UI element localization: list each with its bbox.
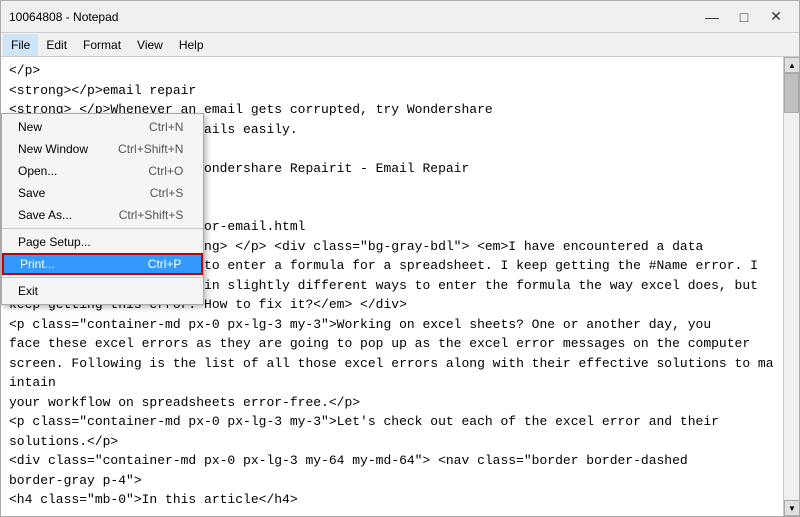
vertical-scrollbar[interactable]: ▲ ▼ (783, 57, 799, 516)
menu-view[interactable]: View (129, 34, 171, 56)
menu-page-setup[interactable]: Page Setup... (2, 231, 203, 253)
menu-new-window[interactable]: New Window Ctrl+Shift+N (2, 138, 203, 160)
maximize-button[interactable]: □ (729, 6, 759, 28)
menu-open[interactable]: Open... Ctrl+O (2, 160, 203, 182)
menu-edit[interactable]: Edit (38, 34, 75, 56)
menu-bar: File Edit Format View Help (1, 33, 799, 57)
menu-print[interactable]: Print... Ctrl+P (2, 253, 203, 275)
window-controls: — □ ✕ (697, 6, 791, 28)
separator-2 (2, 277, 203, 278)
title-bar: 10064808 - Notepad — □ ✕ (1, 1, 799, 33)
menu-save-as[interactable]: Save As... Ctrl+Shift+S (2, 204, 203, 226)
minimize-button[interactable]: — (697, 6, 727, 28)
file-dropdown: New Ctrl+N New Window Ctrl+Shift+N Open.… (1, 113, 204, 305)
close-button[interactable]: ✕ (761, 6, 791, 28)
menu-format[interactable]: Format (75, 34, 129, 56)
scroll-down-button[interactable]: ▼ (784, 500, 799, 516)
main-area: New Ctrl+N New Window Ctrl+Shift+N Open.… (1, 57, 799, 516)
window-title: 10064808 - Notepad (9, 10, 118, 24)
menu-save[interactable]: Save Ctrl+S (2, 182, 203, 204)
menu-new[interactable]: New Ctrl+N (2, 116, 203, 138)
notepad-window: 10064808 - Notepad — □ ✕ File Edit Forma… (0, 0, 800, 517)
file-menu: New Ctrl+N New Window Ctrl+Shift+N Open.… (1, 113, 204, 305)
scroll-up-button[interactable]: ▲ (784, 57, 799, 73)
menu-file[interactable]: File (3, 34, 38, 56)
scroll-track[interactable] (784, 73, 799, 500)
menu-help[interactable]: Help (171, 34, 212, 56)
scroll-thumb[interactable] (784, 73, 799, 113)
separator-1 (2, 228, 203, 229)
menu-exit[interactable]: Exit (2, 280, 203, 302)
